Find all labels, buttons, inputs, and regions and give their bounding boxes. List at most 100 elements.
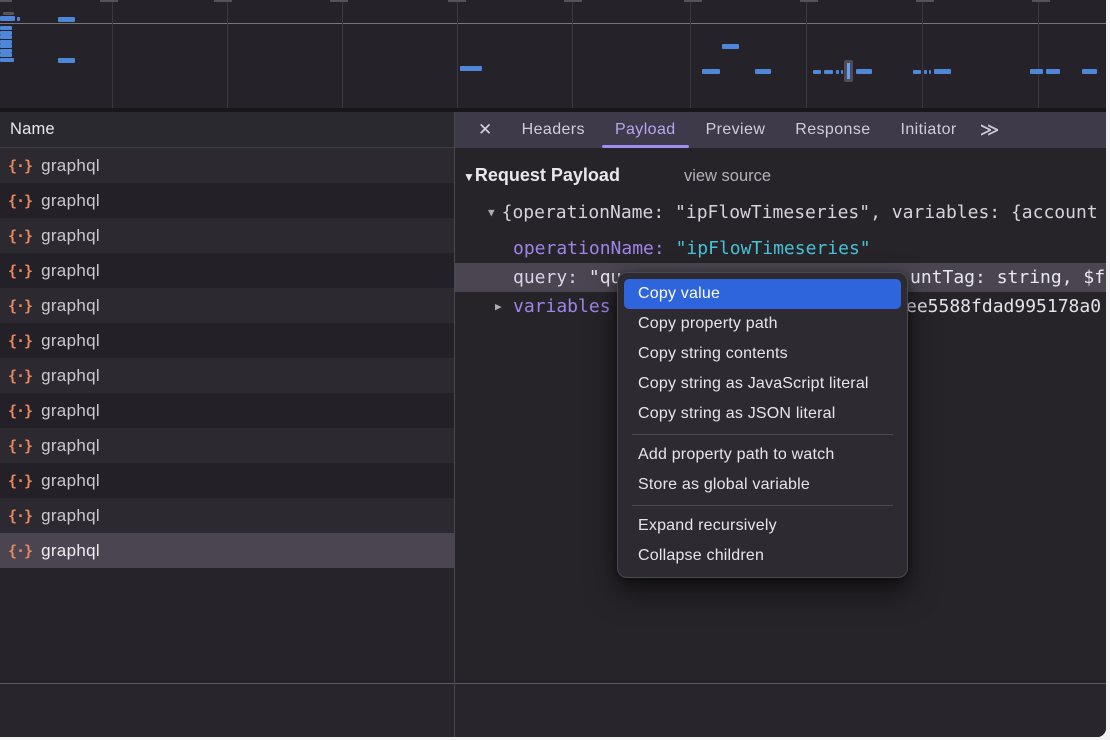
json-icon: {·} [8,367,32,385]
overview-bar [722,44,739,49]
overview-tick [214,0,232,2]
json-icon: {·} [8,332,32,350]
overview-tick [916,0,934,2]
context-menu-item[interactable]: Copy string contents [624,339,901,369]
overview-bar [929,70,931,74]
json-icon: {·} [8,157,32,175]
context-menu-item[interactable]: Expand recursively [624,511,901,541]
overview-tick [684,0,702,2]
overview-gridline [112,0,113,108]
tab-response[interactable]: Response [780,112,885,148]
overview-bar [841,70,843,74]
context-menu-item[interactable]: Copy string as JavaScript literal [624,369,901,399]
property-key: query: [513,267,578,288]
overview-bar [913,70,921,74]
overview-gridline [1038,0,1039,108]
request-row[interactable]: {·} graphql [0,498,454,533]
tab-payload[interactable]: Payload [600,112,691,148]
context-menu-item[interactable]: Copy value [624,279,901,309]
tab-initiator[interactable]: Initiator [886,112,972,148]
request-row[interactable]: {·} graphql [0,218,454,253]
overview-bar [0,53,12,57]
overview-bar [0,35,12,39]
request-name: graphql [41,541,100,561]
root-preview: {operationName: "ipFlowTimeseries", vari… [502,202,1098,223]
name-column-header[interactable]: Name [0,112,454,148]
request-row[interactable]: {·} graphql [0,148,454,183]
overview-gridline [457,0,458,108]
overview-bar [0,26,12,30]
request-name: graphql [41,436,100,456]
caret-down-icon[interactable]: ▼ [488,198,495,227]
overview-bar [755,69,771,74]
overview-gridline [342,0,343,108]
overview-bar [58,17,75,22]
request-row[interactable]: {·} graphql [0,393,454,428]
footer-divider [0,683,1106,684]
overview-baseline [0,23,1106,24]
overview-gridline [806,0,807,108]
request-row[interactable]: {·} graphql [0,463,454,498]
overview-tick [564,0,582,2]
request-name: graphql [41,331,100,351]
json-icon: {·} [8,402,32,420]
overview-bar [836,70,839,74]
request-name: graphql [41,506,100,526]
json-icon: {·} [8,227,32,245]
property-value-fragment: untTag: string, $f [910,263,1105,292]
overview-tick [1032,0,1050,2]
request-name: graphql [41,401,100,421]
context-menu-separator [632,505,893,506]
caret-down-icon[interactable]: ▼ [463,170,475,184]
request-name: graphql [41,191,100,211]
overview-tick [330,0,348,2]
context-menu-item[interactable]: Copy string as JSON literal [624,399,901,429]
payload-root-row[interactable]: ▼ {operationName: "ipFlowTimeseries", var… [455,198,1106,227]
request-row[interactable]: {·} graphql [0,358,454,393]
request-row[interactable]: {·} graphql [0,533,454,568]
overview-bar [924,70,927,74]
network-overview[interactable] [0,0,1106,112]
context-menu-item[interactable]: Add property path to watch [624,440,901,470]
tab-headers[interactable]: Headers [507,112,600,148]
overview-bar [934,69,951,74]
overview-bar [856,69,872,74]
overview-gridline [690,0,691,108]
overview-bar [702,69,720,74]
overview-bar [0,16,15,21]
context-menu-item[interactable]: Copy property path [624,309,901,339]
request-row[interactable]: {·} graphql [0,183,454,218]
overview-bar [1030,69,1043,74]
request-row[interactable]: {·} graphql [0,253,454,288]
overview-tick [100,0,118,2]
devtools-window: Name {·} graphql {·} graphql {·} graphql… [0,0,1106,737]
overview-bar [813,70,821,74]
context-menu-item[interactable]: Collapse children [624,541,901,571]
tab-preview[interactable]: Preview [691,112,781,148]
context-menu-item[interactable]: Store as global variable [624,470,901,500]
caret-right-icon[interactable]: ▶ [495,292,502,321]
detail-tabbar: ✕ Headers Payload Preview Response Initi… [455,112,1106,148]
context-menu: Copy valueCopy property pathCopy string … [617,272,908,578]
json-icon: {·} [8,472,32,490]
request-row[interactable]: {·} graphql [0,288,454,323]
close-icon[interactable]: ✕ [478,120,493,140]
overview-marker [844,60,853,82]
request-name: graphql [41,471,100,491]
request-row[interactable]: {·} graphql [0,428,454,463]
panel-divider[interactable] [454,112,455,737]
section-title: Request Payload [475,165,620,185]
overview-gridline [922,0,923,108]
overview-tick [448,0,466,2]
payload-row-operationname[interactable]: operationName: "ipFlowTimeseries" [455,234,1106,263]
view-source-link[interactable]: view source [684,167,771,185]
more-tabs-icon[interactable]: ≫ [980,119,1000,142]
json-icon: {·} [8,542,32,560]
request-name: graphql [41,156,100,176]
json-icon: {·} [8,297,32,315]
overview-tick [800,0,818,2]
footer-area [0,684,1106,737]
overview-bar [824,70,833,74]
property-key: operationName: [513,238,665,259]
request-row[interactable]: {·} graphql [0,323,454,358]
